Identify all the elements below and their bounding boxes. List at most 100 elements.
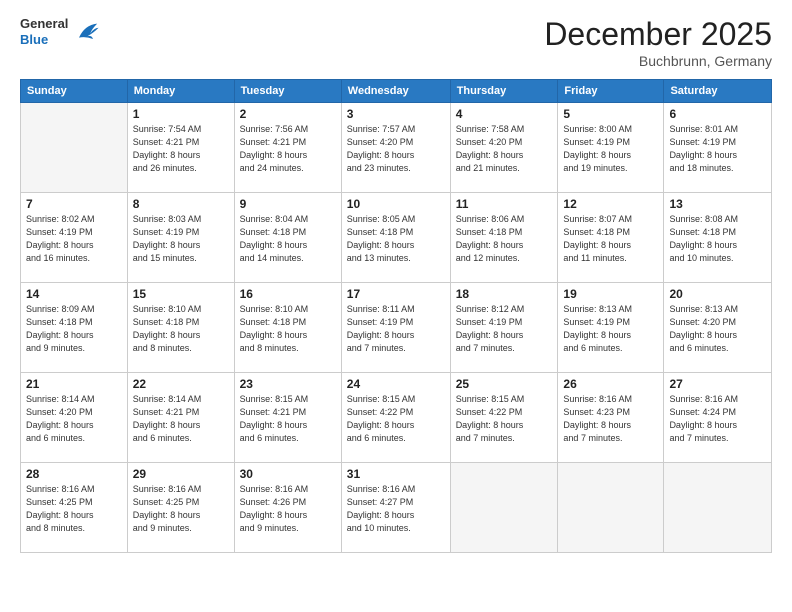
month-title: December 2025 — [544, 16, 772, 53]
day-number: 4 — [456, 107, 553, 121]
day-number: 15 — [133, 287, 229, 301]
day-number: 30 — [240, 467, 336, 481]
day-info: Sunrise: 8:06 AM Sunset: 4:18 PM Dayligh… — [456, 213, 553, 265]
calendar-cell — [450, 463, 558, 553]
calendar-cell: 29 Sunrise: 8:16 AM Sunset: 4:25 PM Dayli… — [127, 463, 234, 553]
title-block: December 2025 Buchbrunn, Germany — [544, 16, 772, 69]
day-info: Sunrise: 8:16 AM Sunset: 4:25 PM Dayligh… — [133, 483, 229, 535]
day-info: Sunrise: 8:14 AM Sunset: 4:21 PM Dayligh… — [133, 393, 229, 445]
calendar-cell: 6 Sunrise: 8:01 AM Sunset: 4:19 PM Daylig… — [664, 103, 772, 193]
day-info: Sunrise: 7:54 AM Sunset: 4:21 PM Dayligh… — [133, 123, 229, 175]
weekday-header-saturday: Saturday — [664, 80, 772, 103]
calendar-cell: 12 Sunrise: 8:07 AM Sunset: 4:18 PM Dayli… — [558, 193, 664, 283]
weekday-header-wednesday: Wednesday — [341, 80, 450, 103]
weekday-header-friday: Friday — [558, 80, 664, 103]
day-number: 1 — [133, 107, 229, 121]
header: General Blue December 2025 Buchbrunn, Ge… — [20, 16, 772, 69]
day-info: Sunrise: 8:01 AM Sunset: 4:19 PM Dayligh… — [669, 123, 766, 175]
day-number: 20 — [669, 287, 766, 301]
day-number: 9 — [240, 197, 336, 211]
weekday-header-thursday: Thursday — [450, 80, 558, 103]
calendar-cell: 13 Sunrise: 8:08 AM Sunset: 4:18 PM Dayli… — [664, 193, 772, 283]
calendar-cell: 15 Sunrise: 8:10 AM Sunset: 4:18 PM Dayli… — [127, 283, 234, 373]
day-number: 27 — [669, 377, 766, 391]
week-row-2: 14 Sunrise: 8:09 AM Sunset: 4:18 PM Dayli… — [21, 283, 772, 373]
day-info: Sunrise: 8:10 AM Sunset: 4:18 PM Dayligh… — [133, 303, 229, 355]
calendar-cell: 5 Sunrise: 8:00 AM Sunset: 4:19 PM Daylig… — [558, 103, 664, 193]
day-info: Sunrise: 8:16 AM Sunset: 4:26 PM Dayligh… — [240, 483, 336, 535]
day-number: 28 — [26, 467, 122, 481]
day-info: Sunrise: 8:03 AM Sunset: 4:19 PM Dayligh… — [133, 213, 229, 265]
day-number: 19 — [563, 287, 658, 301]
day-number: 3 — [347, 107, 445, 121]
day-info: Sunrise: 8:15 AM Sunset: 4:22 PM Dayligh… — [347, 393, 445, 445]
weekday-header-tuesday: Tuesday — [234, 80, 341, 103]
calendar-cell: 3 Sunrise: 7:57 AM Sunset: 4:20 PM Daylig… — [341, 103, 450, 193]
calendar-cell: 16Sunrise: 8:10 AM Sunset: 4:18 PM Dayli… — [234, 283, 341, 373]
day-number: 17 — [347, 287, 445, 301]
day-number: 23 — [240, 377, 336, 391]
calendar-cell: 17 Sunrise: 8:11 AM Sunset: 4:19 PM Dayli… — [341, 283, 450, 373]
page: General Blue December 2025 Buchbrunn, Ge… — [0, 0, 792, 612]
day-number: 26 — [563, 377, 658, 391]
logo-text: General Blue — [20, 16, 68, 47]
calendar-cell — [558, 463, 664, 553]
day-number: 31 — [347, 467, 445, 481]
day-info: Sunrise: 8:07 AM Sunset: 4:18 PM Dayligh… — [563, 213, 658, 265]
calendar-cell — [664, 463, 772, 553]
day-number: 11 — [456, 197, 553, 211]
week-row-3: 21Sunrise: 8:14 AM Sunset: 4:20 PM Dayli… — [21, 373, 772, 463]
day-info: Sunrise: 8:16 AM Sunset: 4:27 PM Dayligh… — [347, 483, 445, 535]
day-info: Sunrise: 8:15 AM Sunset: 4:21 PM Dayligh… — [240, 393, 336, 445]
day-number: 8 — [133, 197, 229, 211]
calendar-cell: 9 Sunrise: 8:04 AM Sunset: 4:18 PM Daylig… — [234, 193, 341, 283]
day-info: Sunrise: 8:09 AM Sunset: 4:18 PM Dayligh… — [26, 303, 122, 355]
day-number: 10 — [347, 197, 445, 211]
day-info: Sunrise: 7:57 AM Sunset: 4:20 PM Dayligh… — [347, 123, 445, 175]
day-info: Sunrise: 8:13 AM Sunset: 4:20 PM Dayligh… — [669, 303, 766, 355]
calendar-cell: 8 Sunrise: 8:03 AM Sunset: 4:19 PM Daylig… — [127, 193, 234, 283]
weekday-header-monday: Monday — [127, 80, 234, 103]
day-number: 5 — [563, 107, 658, 121]
day-number: 25 — [456, 377, 553, 391]
calendar-cell: 18 Sunrise: 8:12 AM Sunset: 4:19 PM Dayli… — [450, 283, 558, 373]
calendar-cell: 19 Sunrise: 8:13 AM Sunset: 4:19 PM Dayli… — [558, 283, 664, 373]
location: Buchbrunn, Germany — [544, 53, 772, 69]
logo: General Blue — [20, 16, 100, 47]
calendar-cell: 23 Sunrise: 8:15 AM Sunset: 4:21 PM Dayli… — [234, 373, 341, 463]
day-info: Sunrise: 8:16 AM Sunset: 4:23 PM Dayligh… — [563, 393, 658, 445]
logo-blue: Blue — [20, 32, 68, 48]
day-info: Sunrise: 8:05 AM Sunset: 4:18 PM Dayligh… — [347, 213, 445, 265]
week-row-0: 1 Sunrise: 7:54 AM Sunset: 4:21 PM Daylig… — [21, 103, 772, 193]
day-info: Sunrise: 8:08 AM Sunset: 4:18 PM Dayligh… — [669, 213, 766, 265]
calendar-cell: 20 Sunrise: 8:13 AM Sunset: 4:20 PM Dayli… — [664, 283, 772, 373]
day-number: 13 — [669, 197, 766, 211]
day-info: Sunrise: 8:14 AM Sunset: 4:20 PM Dayligh… — [26, 393, 122, 445]
calendar-cell: 11 Sunrise: 8:06 AM Sunset: 4:18 PM Dayli… — [450, 193, 558, 283]
day-info: Sunrise: 8:16 AM Sunset: 4:25 PM Dayligh… — [26, 483, 122, 535]
calendar-header: SundayMondayTuesdayWednesdayThursdayFrid… — [21, 80, 772, 103]
logo-general: General — [20, 16, 68, 32]
day-number: 2 — [240, 107, 336, 121]
calendar-cell: 22 Sunrise: 8:14 AM Sunset: 4:21 PM Dayli… — [127, 373, 234, 463]
day-info: Sunrise: 8:00 AM Sunset: 4:19 PM Dayligh… — [563, 123, 658, 175]
day-number: 14 — [26, 287, 122, 301]
calendar-cell: 1 Sunrise: 7:54 AM Sunset: 4:21 PM Daylig… — [127, 103, 234, 193]
day-number: 6 — [669, 107, 766, 121]
day-number: 24 — [347, 377, 445, 391]
day-number: 12 — [563, 197, 658, 211]
calendar-cell: 21Sunrise: 8:14 AM Sunset: 4:20 PM Dayli… — [21, 373, 128, 463]
day-number: 7 — [26, 197, 122, 211]
calendar-cell: 26 Sunrise: 8:16 AM Sunset: 4:23 PM Dayli… — [558, 373, 664, 463]
day-info: Sunrise: 8:12 AM Sunset: 4:19 PM Dayligh… — [456, 303, 553, 355]
calendar-cell: 4Sunrise: 7:58 AM Sunset: 4:20 PM Daylig… — [450, 103, 558, 193]
week-row-4: 28 Sunrise: 8:16 AM Sunset: 4:25 PM Dayli… — [21, 463, 772, 553]
day-number: 22 — [133, 377, 229, 391]
day-info: Sunrise: 8:04 AM Sunset: 4:18 PM Dayligh… — [240, 213, 336, 265]
calendar-cell: 10 Sunrise: 8:05 AM Sunset: 4:18 PM Dayli… — [341, 193, 450, 283]
day-number: 18 — [456, 287, 553, 301]
day-info: Sunrise: 8:11 AM Sunset: 4:19 PM Dayligh… — [347, 303, 445, 355]
day-info: Sunrise: 8:13 AM Sunset: 4:19 PM Dayligh… — [563, 303, 658, 355]
week-row-1: 7Sunrise: 8:02 AM Sunset: 4:19 PM Daylig… — [21, 193, 772, 283]
day-number: 29 — [133, 467, 229, 481]
